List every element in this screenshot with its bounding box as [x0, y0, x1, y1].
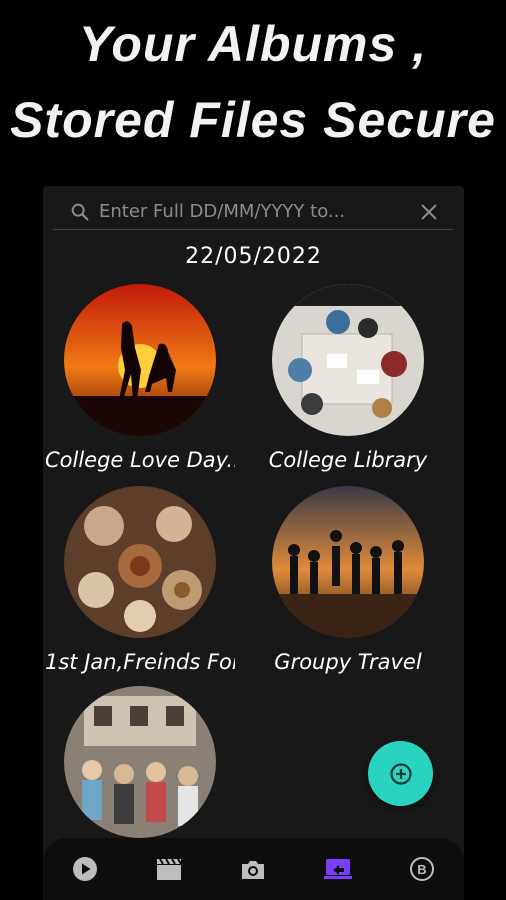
nav-camera[interactable]	[233, 849, 273, 889]
nav-movies[interactable]	[149, 849, 189, 889]
close-icon[interactable]	[419, 202, 439, 222]
album-thumbnail[interactable]	[272, 284, 424, 436]
play-icon	[73, 857, 98, 881]
album-item[interactable]: Groupy Travel	[253, 486, 443, 680]
bitcoin-icon: B	[409, 857, 434, 881]
albums-icon	[323, 859, 352, 879]
search-icon	[71, 203, 89, 220]
album-label: Groupy Travel	[274, 650, 422, 674]
nav-albums[interactable]	[318, 849, 358, 889]
album-item[interactable]: College Love Day...	[45, 284, 235, 478]
nav-crypto[interactable]: B	[402, 849, 442, 889]
album-item[interactable]: College Library	[253, 284, 443, 478]
album-label: College Love Day...	[45, 448, 235, 472]
svg-text:B: B	[417, 862, 426, 877]
headline-line-1: Your Albums ,	[78, 16, 428, 72]
album-label: College Library	[268, 448, 428, 472]
add-album-button[interactable]	[368, 741, 433, 806]
search-input[interactable]	[99, 201, 419, 222]
album-thumbnail[interactable]	[272, 486, 424, 638]
clapperboard-icon	[157, 858, 183, 880]
bottom-navigation: B	[43, 838, 464, 900]
headline-line-2: Stored Files Secure	[10, 92, 496, 148]
nav-videos[interactable]	[65, 849, 105, 889]
promo-headline: Your Albums , Stored Files Secure	[0, 6, 506, 158]
album-thumbnail[interactable]	[64, 486, 216, 638]
camera-icon	[242, 861, 265, 879]
search-bar	[53, 194, 453, 230]
album-thumbnail[interactable]	[64, 686, 216, 838]
album-thumbnail[interactable]	[64, 284, 216, 436]
app-screen: 22/05/2022 College Love Day...	[43, 186, 464, 900]
album-label: 1st Jan,Freinds Forth	[45, 650, 235, 674]
date-header: 22/05/2022	[185, 244, 322, 269]
add-circle-icon	[389, 762, 412, 785]
album-item[interactable]: 1st Jan,Freinds Forth	[45, 486, 235, 680]
